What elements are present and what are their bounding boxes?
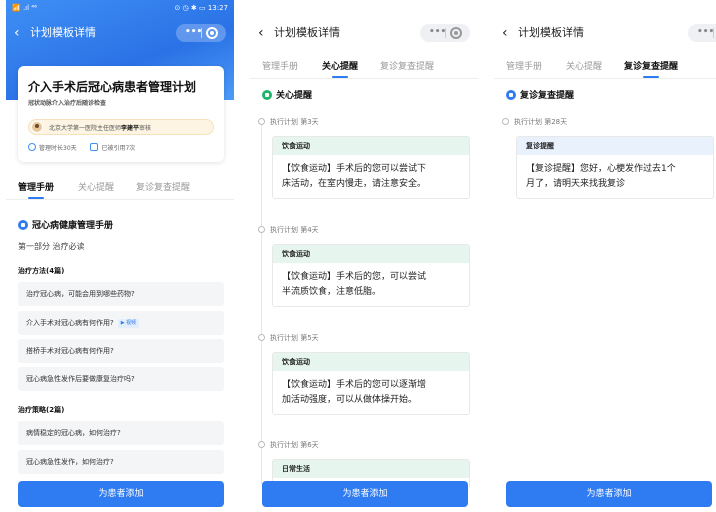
divider	[6, 199, 234, 200]
plan-subtitle: 冠状动脉介入治疗后随诊检查	[28, 100, 107, 107]
reminder-type: 日常生活	[273, 460, 469, 478]
add-for-patient-button[interactable]: 为患者添加	[262, 481, 468, 507]
reminder-card[interactable]: 饮食运动 【饮食运动】手术后的您可以尝试下 床活动，在室内慢走，请注意安全。	[272, 136, 470, 199]
chevron-left-icon[interactable]: ‹	[502, 24, 508, 42]
more-dots-icon[interactable]: •••	[429, 26, 446, 38]
plan-detail-followup-screen: ‹ 计划模板详情 ••• 管理手册 关心提醒 复诊复查提醒 复诊复查提醒 执行计…	[494, 0, 716, 512]
reviewer-text: 北京大学第一医院主任医师李建平审核	[49, 125, 152, 132]
tab-manual[interactable]: 管理手册	[506, 59, 542, 72]
timeline-line	[261, 124, 262, 484]
timeline-label: 执行计划 第5天	[270, 334, 319, 342]
clock-icon	[28, 143, 36, 151]
timeline-dot	[258, 441, 265, 448]
capsule-divider	[445, 28, 446, 38]
mini-program-capsule: •••	[176, 24, 226, 42]
book-icon	[18, 220, 28, 230]
chevron-left-icon[interactable]: ‹	[14, 24, 20, 42]
page-title: 计划模板详情	[274, 26, 340, 39]
copy-icon	[90, 143, 99, 151]
reminder-text: 【饮食运动】手术后的您，可以尝试 半流质饮食，注意低脂。	[282, 272, 427, 297]
mini-program-capsule: •••	[688, 24, 716, 42]
capsule-divider	[713, 28, 714, 38]
calendar-icon	[506, 90, 516, 100]
timeline-dot	[258, 334, 265, 341]
add-for-patient-button[interactable]: 为患者添加	[506, 481, 712, 507]
part-title: 第一部分 治疗必读	[18, 242, 85, 251]
list-item[interactable]: 病情稳定的冠心病，如何治疗?	[18, 421, 224, 445]
list-item[interactable]: 搭桥手术对冠心病有何作用?	[18, 339, 224, 363]
duration-text: 管理时长30天	[39, 145, 77, 152]
tab-followup-reminder[interactable]: 复诊复查提醒	[624, 59, 678, 78]
section-title: 冠心病健康管理手册	[18, 218, 113, 231]
avatar	[31, 121, 43, 133]
timeline-dot	[502, 118, 509, 125]
tab-care-reminder[interactable]: 关心提醒	[78, 180, 114, 193]
section-title: 关心提醒	[262, 88, 312, 101]
reminder-text: 【复诊提醒】您好，心梗发作过去1个 月了，请明天来找我复诊	[526, 164, 676, 189]
capsule-close-icon[interactable]	[450, 27, 462, 39]
timeline-label: 执行计划 第6天	[270, 441, 319, 449]
status-bar: 📶 .ıl ⁴⁶ ⊙ ◷ ✱ ▭ 13:27	[6, 0, 234, 16]
category-title: 治疗方法(4篇)	[18, 267, 65, 275]
timeline-dot	[258, 226, 265, 233]
mini-program-capsule: •••	[420, 24, 470, 42]
tab-manual[interactable]: 管理手册	[262, 59, 298, 72]
navbar: ‹ 计划模板详情 •••	[494, 20, 716, 48]
timeline-label: 执行计划 第3天	[270, 118, 319, 126]
reminder-type: 饮食运动	[273, 353, 469, 371]
reminder-text: 【饮食运动】手术后的您可以逐渐增 加活动强度，可以从做体操开始。	[282, 380, 427, 405]
more-dots-icon[interactable]: •••	[697, 26, 714, 38]
signal-indicator: 📶 .ıl ⁴⁶	[12, 4, 37, 12]
plan-detail-manual-screen: 📶 .ıl ⁴⁶ ⊙ ◷ ✱ ▭ 13:27 ‹ 计划模板详情 ••• 介入手术…	[6, 0, 234, 512]
video-tag: ▶ 视频	[117, 319, 140, 328]
tab-manual[interactable]: 管理手册	[18, 180, 54, 199]
plan-meta: 管理时长30天 已被引用7次	[28, 143, 135, 152]
capsule-close-icon[interactable]	[206, 27, 218, 39]
chevron-left-icon[interactable]: ‹	[258, 24, 264, 42]
add-for-patient-button[interactable]: 为患者添加	[18, 481, 224, 507]
status-time: ⊙ ◷ ✱ ▭ 13:27	[174, 4, 228, 12]
timeline-label: 执行计划 第28天	[514, 118, 568, 126]
divider	[494, 78, 716, 79]
divider	[250, 78, 478, 79]
heart-icon	[262, 90, 272, 100]
plan-summary-card: 介入手术后冠心病患者管理计划 冠状动脉介入治疗后随诊检查 北京大学第一医院主任医…	[18, 66, 224, 162]
tab-care-reminder[interactable]: 关心提醒	[322, 59, 358, 78]
reminder-card[interactable]: 复诊提醒 【复诊提醒】您好，心梗发作过去1个 月了，请明天来找我复诊	[516, 136, 714, 199]
section-title: 复诊复查提醒	[506, 88, 574, 101]
usage-text: 已被引用7次	[101, 145, 136, 152]
tab-followup-reminder[interactable]: 复诊复查提醒	[136, 180, 190, 193]
reminder-card[interactable]: 饮食运动 【饮食运动】手术后的您可以逐渐增 加活动强度，可以从做体操开始。	[272, 352, 470, 415]
list-item[interactable]: 冠心病急性发作后要做康复治疗吗?	[18, 367, 224, 391]
more-dots-icon[interactable]: •••	[185, 26, 202, 38]
page-title: 计划模板详情	[518, 26, 584, 39]
plan-detail-care-screen: ‹ 计划模板详情 ••• 管理手册 关心提醒 复诊复查提醒 关心提醒 执行计划 …	[250, 0, 478, 512]
navbar: ‹ 计划模板详情 •••	[250, 20, 478, 48]
reminder-type: 饮食运动	[273, 137, 469, 155]
list-item[interactable]: 冠心病急性发作，如何治疗?	[18, 450, 224, 474]
tab-care-reminder[interactable]: 关心提醒	[566, 59, 602, 72]
list-item[interactable]: 介入手术对冠心病有何作用? ▶ 视频	[18, 311, 224, 335]
reviewer-badge: 北京大学第一医院主任医师李建平审核	[28, 119, 214, 135]
timeline-label: 执行计划 第4天	[270, 226, 319, 234]
timeline-dot	[258, 118, 265, 125]
tab-followup-reminder[interactable]: 复诊复查提醒	[380, 59, 434, 72]
list-item[interactable]: 治疗冠心病，可能会用到哪些药物?	[18, 282, 224, 306]
capsule-divider	[201, 28, 202, 38]
plan-title: 介入手术后冠心病患者管理计划	[28, 80, 197, 94]
page-title: 计划模板详情	[30, 26, 96, 39]
navbar: ‹ 计划模板详情 •••	[6, 20, 234, 48]
reminder-card[interactable]: 饮食运动 【饮食运动】手术后的您，可以尝试 半流质饮食，注意低脂。	[272, 244, 470, 307]
reminder-text: 【饮食运动】手术后的您可以尝试下 床活动，在室内慢走，请注意安全。	[282, 164, 427, 189]
reminder-type: 复诊提醒	[517, 137, 713, 155]
reminder-type: 饮食运动	[273, 245, 469, 263]
category-title: 治疗策略(2篇)	[18, 406, 65, 414]
